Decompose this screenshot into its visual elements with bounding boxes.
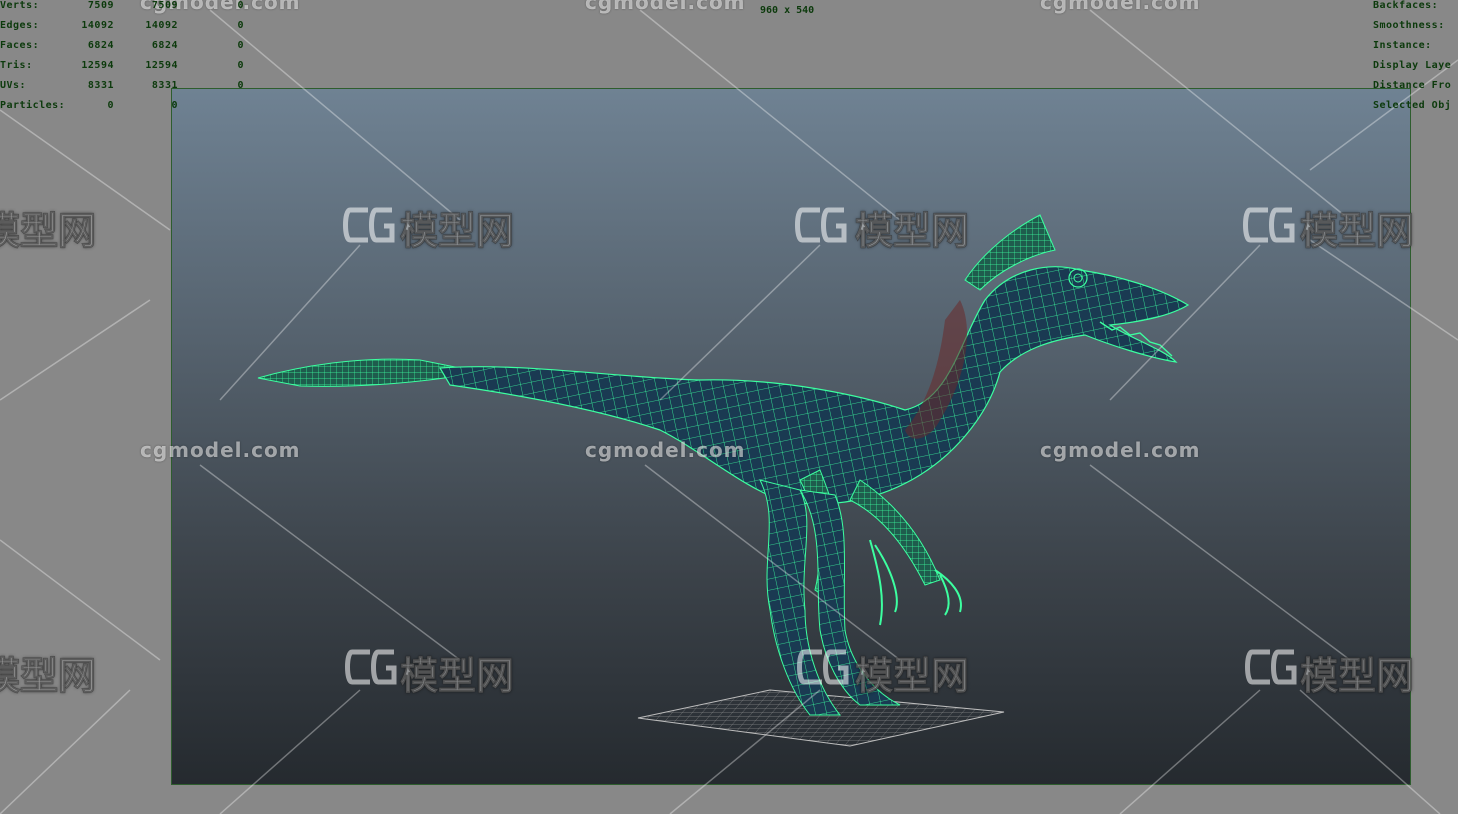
hud-value: 6824	[87, 40, 114, 51]
hud-value: 7509	[151, 0, 178, 11]
hud-right-label: Selected Obj	[1373, 100, 1452, 111]
hud-value: 12594	[145, 60, 178, 71]
hud-value: 0	[237, 20, 244, 31]
hud-value: 6824	[151, 40, 178, 51]
hud-value: 0	[237, 40, 244, 51]
hud-value: 8331	[151, 80, 178, 91]
hud-value: 7509	[87, 0, 114, 11]
hud-value: 0	[107, 100, 114, 111]
hud-value: 0	[237, 80, 244, 91]
resolution-readout: 960 x 540	[760, 5, 815, 16]
hud-right-label: Display Laye	[1373, 60, 1452, 71]
hud-label: UVs:	[0, 80, 27, 91]
hud-label: Particles:	[0, 100, 66, 111]
hud-value: 8331	[87, 80, 114, 91]
hud-value: 14092	[145, 20, 178, 31]
hud-value: 0	[171, 100, 178, 111]
hud-row-verts: Verts: 7509 7509 0	[0, 0, 260, 20]
hud-value: 0	[237, 60, 244, 71]
hud-label: Verts:	[0, 0, 40, 11]
hud-right-label: Instance:	[1373, 40, 1432, 51]
viewport[interactable]: cgmodel.com cgmodel.com cgmodel.com cgmo…	[0, 0, 1458, 814]
hud-row-tris: Tris: 12594 12594 0	[0, 60, 260, 80]
hud-label: Edges:	[0, 20, 40, 31]
hud-label: Faces:	[0, 40, 40, 51]
hud-row-uvs: UVs: 8331 8331 0	[0, 80, 260, 100]
hud-row-faces: Faces: 6824 6824 0	[0, 40, 260, 60]
display-info-hud: Backfaces: Smoothness: Instance: Display…	[1373, 0, 1458, 120]
poly-count-hud: Verts: 7509 7509 0 Edges: 14092 14092 0 …	[0, 0, 260, 120]
watermark-cg-icons	[343, 207, 1297, 685]
hud-right-label: Smoothness:	[1373, 20, 1445, 31]
hud-label: Tris:	[0, 60, 33, 71]
hud-right-label: Distance Fro	[1373, 80, 1452, 91]
hud-row-edges: Edges: 14092 14092 0	[0, 20, 260, 40]
hud-value: 0	[237, 0, 244, 11]
hud-right-label: Backfaces:	[1373, 0, 1439, 11]
hud-value: 12594	[81, 60, 114, 71]
hud-row-particles: Particles: 0 0	[0, 100, 260, 120]
hud-value: 14092	[81, 20, 114, 31]
